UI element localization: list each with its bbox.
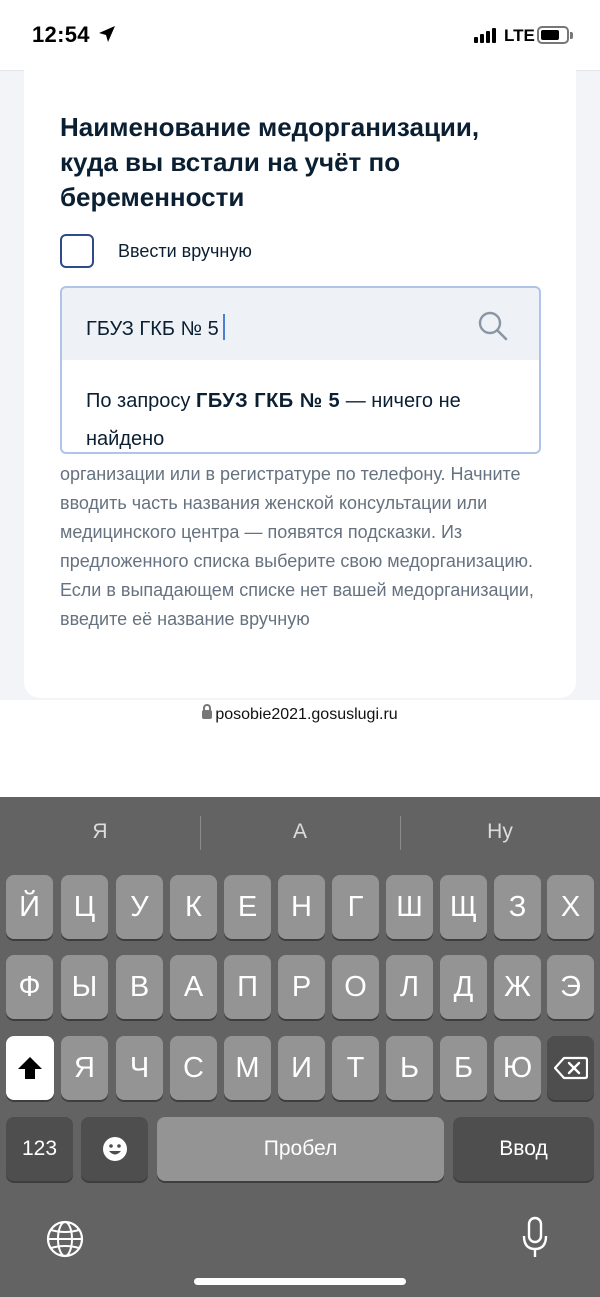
key[interactable]: Ю [494,1036,541,1100]
key[interactable]: Г [332,875,379,939]
key[interactable]: П [224,955,271,1019]
key[interactable]: Ц [61,875,108,939]
space-key[interactable]: Пробел [157,1117,444,1181]
key[interactable]: Х [547,875,594,939]
key[interactable]: Ы [61,955,108,1019]
status-bar: 12:54 LTE [0,0,600,70]
emoji-icon [102,1137,127,1161]
medorg-search-input[interactable]: ГБУЗ ГКБ № 5 [60,286,541,362]
network-label: LTE [504,26,535,45]
backspace-key[interactable] [547,1036,594,1100]
key[interactable]: С [170,1036,217,1100]
battery-icon [537,26,569,44]
search-value[interactable]: ГБУЗ ГКБ № 5 [86,314,225,341]
key[interactable]: Й [6,875,53,939]
suggestion[interactable]: А [200,812,400,852]
home-indicator[interactable] [194,1278,406,1285]
key[interactable]: Ь [386,1036,433,1100]
return-key[interactable]: Ввод [453,1117,594,1181]
key[interactable]: А [170,955,217,1019]
key[interactable]: Я [61,1036,108,1100]
key[interactable]: Р [278,955,325,1019]
key[interactable]: В [116,955,163,1019]
key[interactable]: О [332,955,379,1019]
predictive-bar: Я А Ну [0,812,600,852]
field-hint: организации или в регистратуре по телефо… [60,464,534,629]
shift-icon [18,1057,42,1079]
keyboard: Я А Ну Й Ц У К Е Н Г Ш Щ З Х Ф Ы В А П Р… [0,797,600,1297]
manual-entry-label[interactable]: Ввести вручную [118,241,252,262]
manual-entry-row[interactable]: Ввести вручную [60,234,252,268]
key[interactable]: М [224,1036,271,1100]
search-icon[interactable] [477,310,509,342]
query-text: ГБУЗ ГКБ № 5 [195,390,341,412]
key[interactable]: Ж [494,955,541,1019]
key[interactable]: И [278,1036,325,1100]
suggestion[interactable]: Ну [400,812,600,852]
key[interactable]: Е [224,875,271,939]
lock-icon [202,704,213,719]
suggestion[interactable]: Я [0,812,200,852]
url-text[interactable]: posobie2021.gosuslugi.ru [0,704,600,724]
key[interactable]: Ш [386,875,433,939]
key[interactable]: Щ [440,875,487,939]
field-title: Наименование медорганизации, куда вы вст… [60,112,480,212]
key[interactable]: Т [332,1036,379,1100]
key[interactable]: У [116,875,163,939]
key[interactable]: Н [278,875,325,939]
key[interactable]: Ч [116,1036,163,1100]
key[interactable]: Э [547,955,594,1019]
text-caret [222,314,225,340]
emoji-key[interactable] [81,1117,148,1181]
globe-icon[interactable] [45,1219,85,1259]
key[interactable]: Ф [6,955,53,1019]
key[interactable]: З [494,875,541,939]
location-arrow-icon [99,26,115,42]
key[interactable]: Д [440,955,487,1019]
key[interactable]: К [170,875,217,939]
search-results-dropdown: По запросу ГБУЗ ГКБ № 5 — ничего не найд… [60,360,541,454]
shift-key[interactable] [6,1036,54,1100]
numbers-key[interactable]: 123 [6,1117,73,1181]
backspace-icon [553,1056,588,1080]
manual-entry-checkbox[interactable] [60,234,94,268]
key[interactable]: Л [386,955,433,1019]
signal-icon [474,28,496,43]
key[interactable]: Б [440,1036,487,1100]
status-time: 12:54 [32,22,90,47]
microphone-icon[interactable] [521,1216,549,1260]
